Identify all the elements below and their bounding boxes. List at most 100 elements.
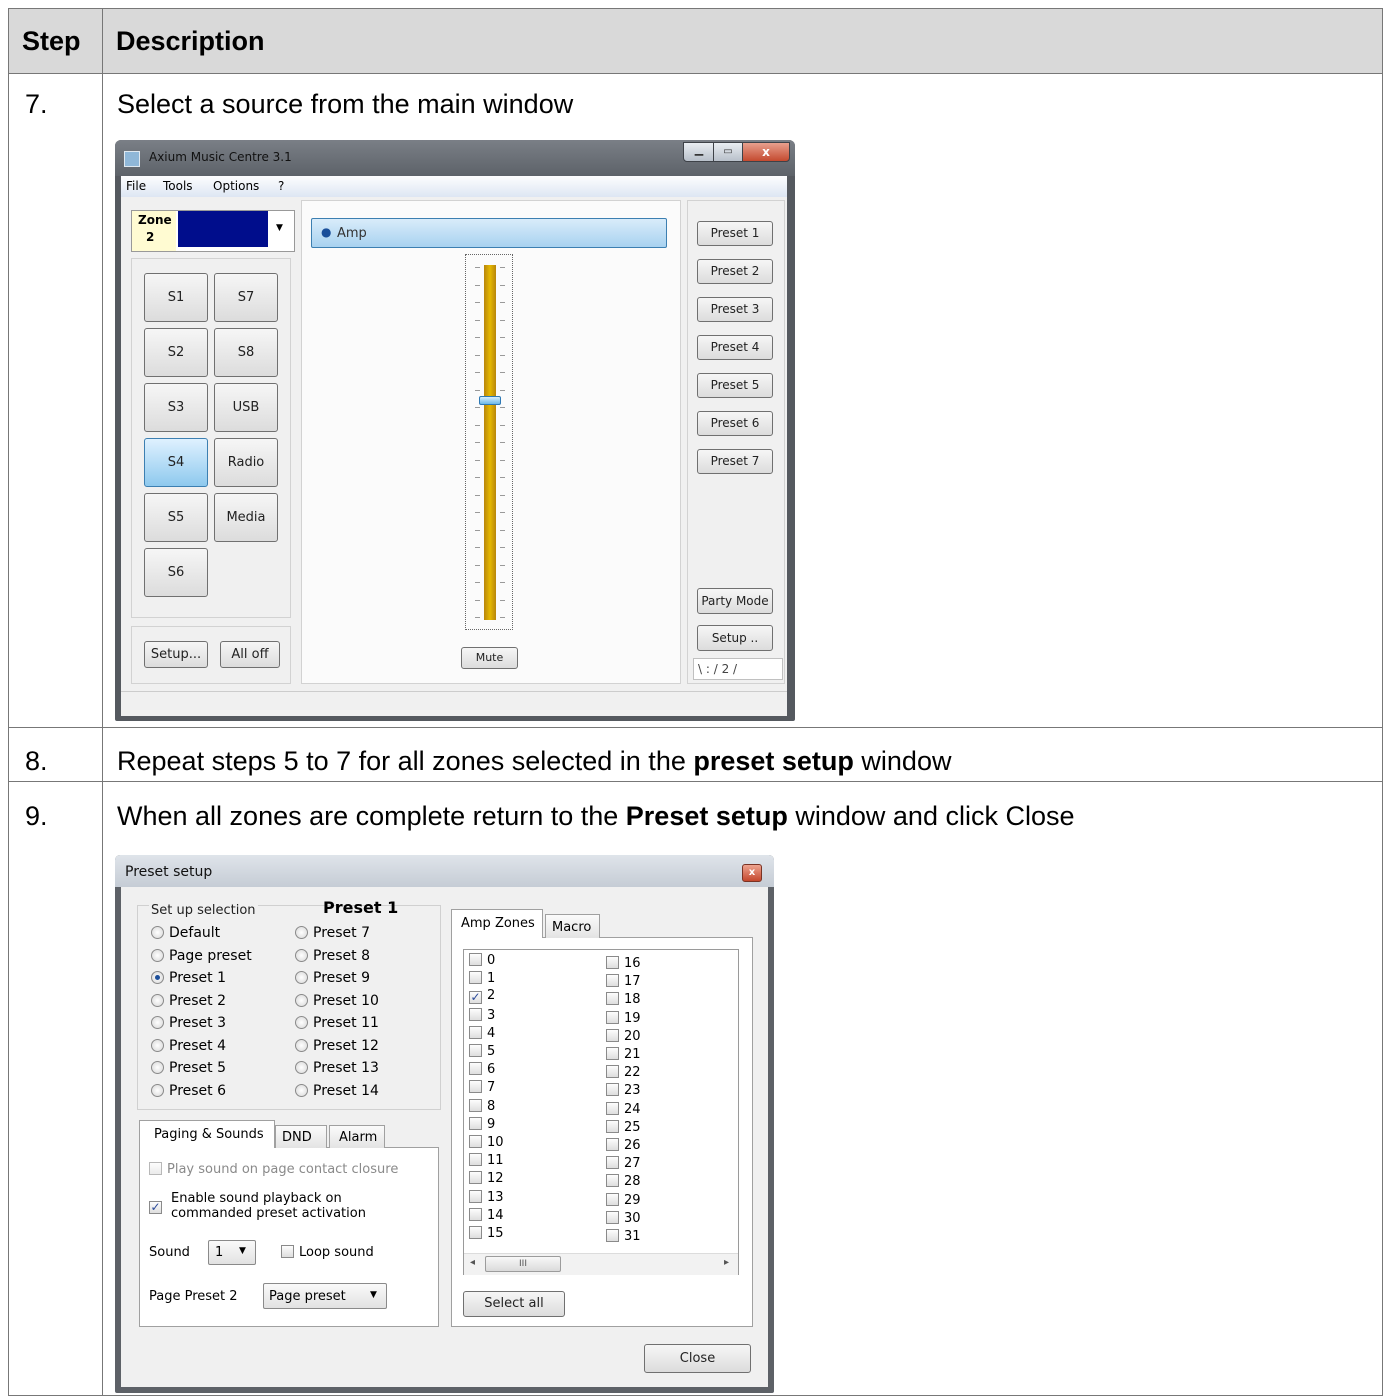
checkbox[interactable] [469,1098,482,1112]
zone-checkbox-17[interactable]: 17 [606,974,641,989]
checkbox[interactable] [606,992,619,1006]
source-button-radio[interactable]: Radio [214,438,278,487]
radio-button[interactable] [295,1038,308,1052]
checkbox[interactable] [606,1047,619,1060]
checkbox[interactable] [606,1101,619,1115]
tab-macro[interactable]: Macro [545,914,600,938]
preset-button-5[interactable]: Preset 5 [697,373,773,398]
preset-button-6[interactable]: Preset 6 [697,411,773,436]
zone-checkbox-1[interactable]: 1 [469,971,495,986]
source-button-s1[interactable]: S1 [144,273,208,322]
zone-checkbox-22[interactable]: 22 [606,1065,641,1080]
radio-button[interactable] [151,1038,164,1052]
all-off-button[interactable]: All off [220,641,280,668]
zone-checkbox-11[interactable]: 11 [469,1153,504,1168]
checkbox[interactable] [606,1210,619,1224]
checkbox[interactable] [606,1028,619,1042]
minimize-button[interactable]: ▁ [683,142,715,162]
zone-checkbox-14[interactable]: 14 [469,1207,504,1223]
source-button-s2[interactable]: S2 [144,328,208,377]
mute-button[interactable]: Mute [461,647,518,669]
zone-checkbox-25[interactable]: 25 [606,1119,641,1135]
zone-selector[interactable]: Zone 2 ▼ [131,210,295,252]
source-button-s6[interactable]: S6 [144,548,208,597]
volume-slider[interactable] [465,254,513,630]
source-button-s8[interactable]: S8 [214,328,278,377]
zone-checkbox-31[interactable]: 31 [606,1229,641,1244]
source-button-usb[interactable]: USB [214,383,278,432]
party-mode-button[interactable]: Party Mode [697,588,773,614]
zone-checkbox-20[interactable]: 20 [606,1028,641,1044]
radio-option[interactable]: Preset 4 [151,1038,226,1054]
zone-checkbox-23[interactable]: 23 [606,1083,641,1098]
scroll-right-icon[interactable]: ▸ [724,1257,729,1268]
radio-button[interactable] [295,993,308,1007]
tab-amp-zones[interactable]: Amp Zones [451,909,543,938]
zone-checkbox-18[interactable]: 18 [606,992,641,1007]
zone-checkbox-9[interactable]: 9 [469,1116,495,1132]
checkbox[interactable] [469,1207,482,1221]
radio-option[interactable]: Preset 10 [295,993,379,1009]
radio-option[interactable]: Preset 8 [295,948,370,964]
page-preset-select[interactable]: Page preset ▼ [263,1283,387,1309]
source-button-s5[interactable]: S5 [144,493,208,542]
radio-button[interactable] [295,1016,308,1029]
zone-checkbox-12[interactable]: 12 [469,1171,504,1186]
sound-select[interactable]: 1 ▼ [208,1240,256,1265]
source-button-s7[interactable]: S7 [214,273,278,322]
zone-checkbox-28[interactable]: 28 [606,1174,641,1189]
horizontal-scrollbar[interactable]: ◂ III ▸ [464,1253,738,1275]
source-button-media[interactable]: Media [214,493,278,542]
radio-button[interactable] [151,1083,164,1097]
zone-checkbox-0[interactable]: 0 [469,953,495,968]
checkbox[interactable] [606,974,619,988]
radio-button[interactable] [295,1083,308,1097]
source-button-s3[interactable]: S3 [144,383,208,432]
checkbox[interactable] [469,1025,482,1039]
radio-button[interactable] [151,971,164,984]
radio-button[interactable] [295,948,308,962]
checkbox[interactable] [469,1080,482,1094]
zone-checkbox-19[interactable]: 19 [606,1010,641,1026]
zone-checkbox-21[interactable]: 21 [606,1047,641,1062]
radio-button[interactable] [151,1016,164,1029]
amp-bar[interactable]: ● Amp [311,218,667,248]
zone-checkbox-16[interactable]: 16 [606,956,641,971]
radio-button[interactable] [295,1061,308,1074]
radio-option[interactable]: Preset 5 [151,1060,226,1076]
loop-sound-option[interactable]: Loop sound [281,1245,374,1260]
zone-checkbox-29[interactable]: 29 [606,1192,641,1208]
checkbox[interactable] [469,1226,482,1239]
scroll-thumb[interactable]: III [485,1256,561,1272]
radio-option[interactable]: Preset 14 [295,1083,379,1099]
close-button[interactable]: Close [644,1344,751,1373]
radio-button[interactable] [151,926,164,939]
radio-option[interactable]: Preset 2 [151,993,226,1009]
checkbox[interactable] [606,1174,619,1188]
menu-options[interactable]: Options [213,179,259,193]
checkbox[interactable] [606,1156,619,1170]
zone-checkbox-3[interactable]: 3 [469,1007,495,1023]
setup-left-button[interactable]: Setup... [144,641,208,668]
radio-option[interactable]: Preset 7 [295,925,370,941]
checkbox[interactable] [281,1245,294,1258]
checkbox[interactable] [469,971,482,985]
checkbox[interactable] [469,1062,482,1076]
checkbox-checked[interactable]: ✓ [149,1201,162,1214]
checkbox[interactable] [469,1171,482,1185]
zone-checkbox-26[interactable]: 26 [606,1138,641,1153]
preset-button-2[interactable]: Preset 2 [697,259,773,284]
zone-checkbox-24[interactable]: 24 [606,1101,641,1117]
checkbox[interactable] [606,1010,619,1024]
radio-option[interactable]: Default [151,925,220,941]
checkbox[interactable] [606,1083,619,1097]
radio-option[interactable]: Preset 13 [295,1060,379,1076]
zone-checkbox-13[interactable]: 13 [469,1189,504,1205]
tab-alarm[interactable]: Alarm [329,1125,385,1148]
preset-button-4[interactable]: Preset 4 [697,335,773,360]
zone-checkbox-30[interactable]: 30 [606,1210,641,1226]
zone-checkbox-4[interactable]: 4 [469,1025,495,1041]
tab-paging-sounds[interactable]: Paging & Sounds [139,1120,275,1148]
zone-checkbox-15[interactable]: 15 [469,1226,504,1241]
preset-button-7[interactable]: Preset 7 [697,449,773,474]
